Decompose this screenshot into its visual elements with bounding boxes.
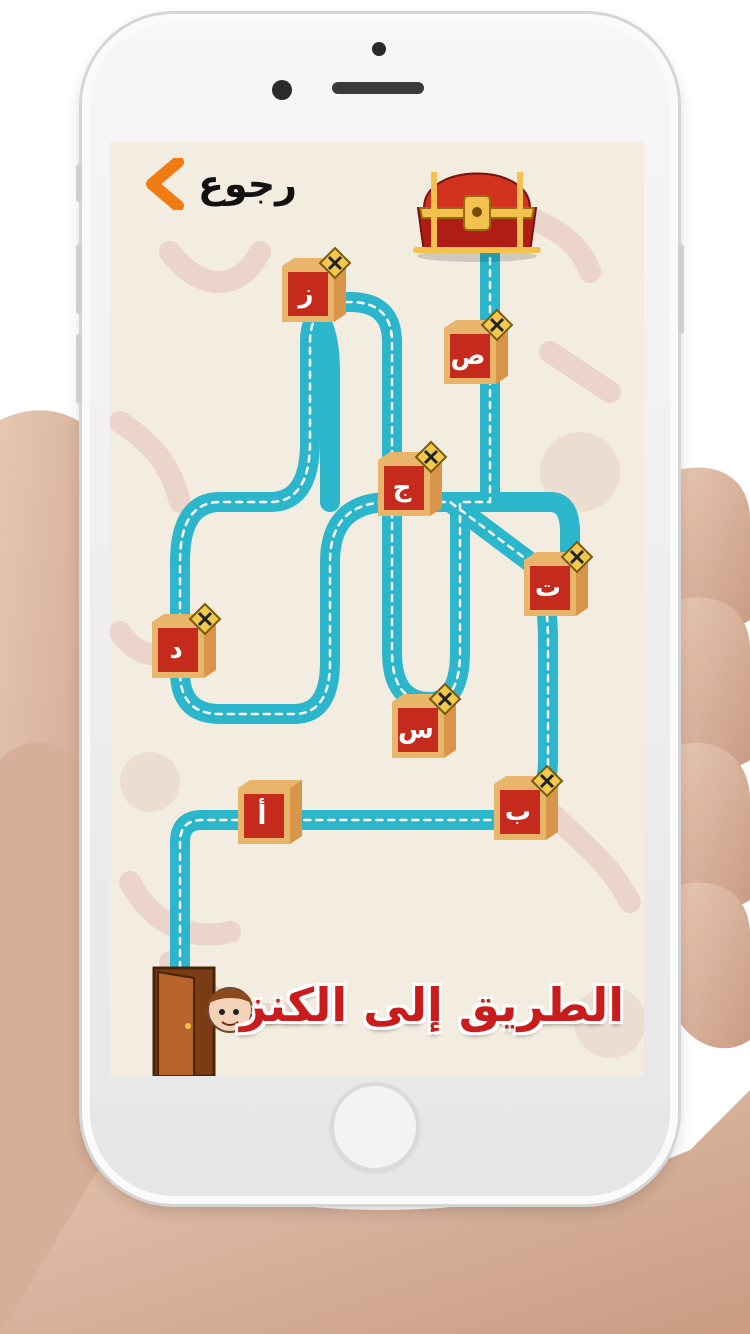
lock-tools-icon	[480, 308, 514, 342]
level-block-dal[interactable]: د	[146, 602, 222, 678]
front-camera	[372, 42, 386, 56]
treasure-chest-icon[interactable]	[406, 152, 548, 264]
level-letter: ت	[534, 573, 562, 603]
lock-tools-icon	[428, 682, 462, 716]
back-button[interactable]: رجوع	[144, 158, 297, 210]
lock-tools-icon	[560, 540, 594, 574]
level-block-ta[interactable]: ت	[518, 540, 594, 616]
lock-tools-icon	[414, 440, 448, 474]
game-title: الطريق إلى الكنز	[240, 978, 624, 1032]
level-block-sin[interactable]: س	[386, 682, 462, 758]
level-block-ba[interactable]: ب	[488, 764, 564, 840]
level-letter: ز	[298, 279, 314, 309]
game-screen: أ ب س د ت ج ص ز رجوع الطريق إلى الكنز	[110, 142, 644, 1076]
lock-tools-icon	[318, 246, 352, 280]
volume-down-button	[76, 334, 82, 404]
lock-tools-icon	[530, 764, 564, 798]
power-button	[678, 244, 684, 334]
level-letter: أ	[257, 801, 267, 831]
level-block-zay[interactable]: ز	[276, 246, 352, 322]
level-letter: ب	[504, 797, 532, 827]
level-block-sad[interactable]: ص	[438, 308, 514, 384]
back-label: رجوع	[198, 162, 298, 206]
level-letter: ص	[450, 341, 486, 371]
level-block-alif[interactable]: أ	[232, 778, 302, 844]
level-letter: ج	[392, 473, 412, 503]
home-button[interactable]	[330, 1082, 420, 1172]
proximity-sensor	[272, 80, 292, 100]
level-letter: س	[398, 715, 434, 745]
earpiece-speaker	[332, 82, 424, 94]
chevron-left-icon	[146, 158, 184, 210]
mute-switch	[76, 164, 82, 202]
level-letter: د	[169, 635, 183, 665]
volume-up-button	[76, 244, 82, 314]
lock-tools-icon	[188, 602, 222, 636]
level-block-jim[interactable]: ج	[372, 440, 448, 516]
